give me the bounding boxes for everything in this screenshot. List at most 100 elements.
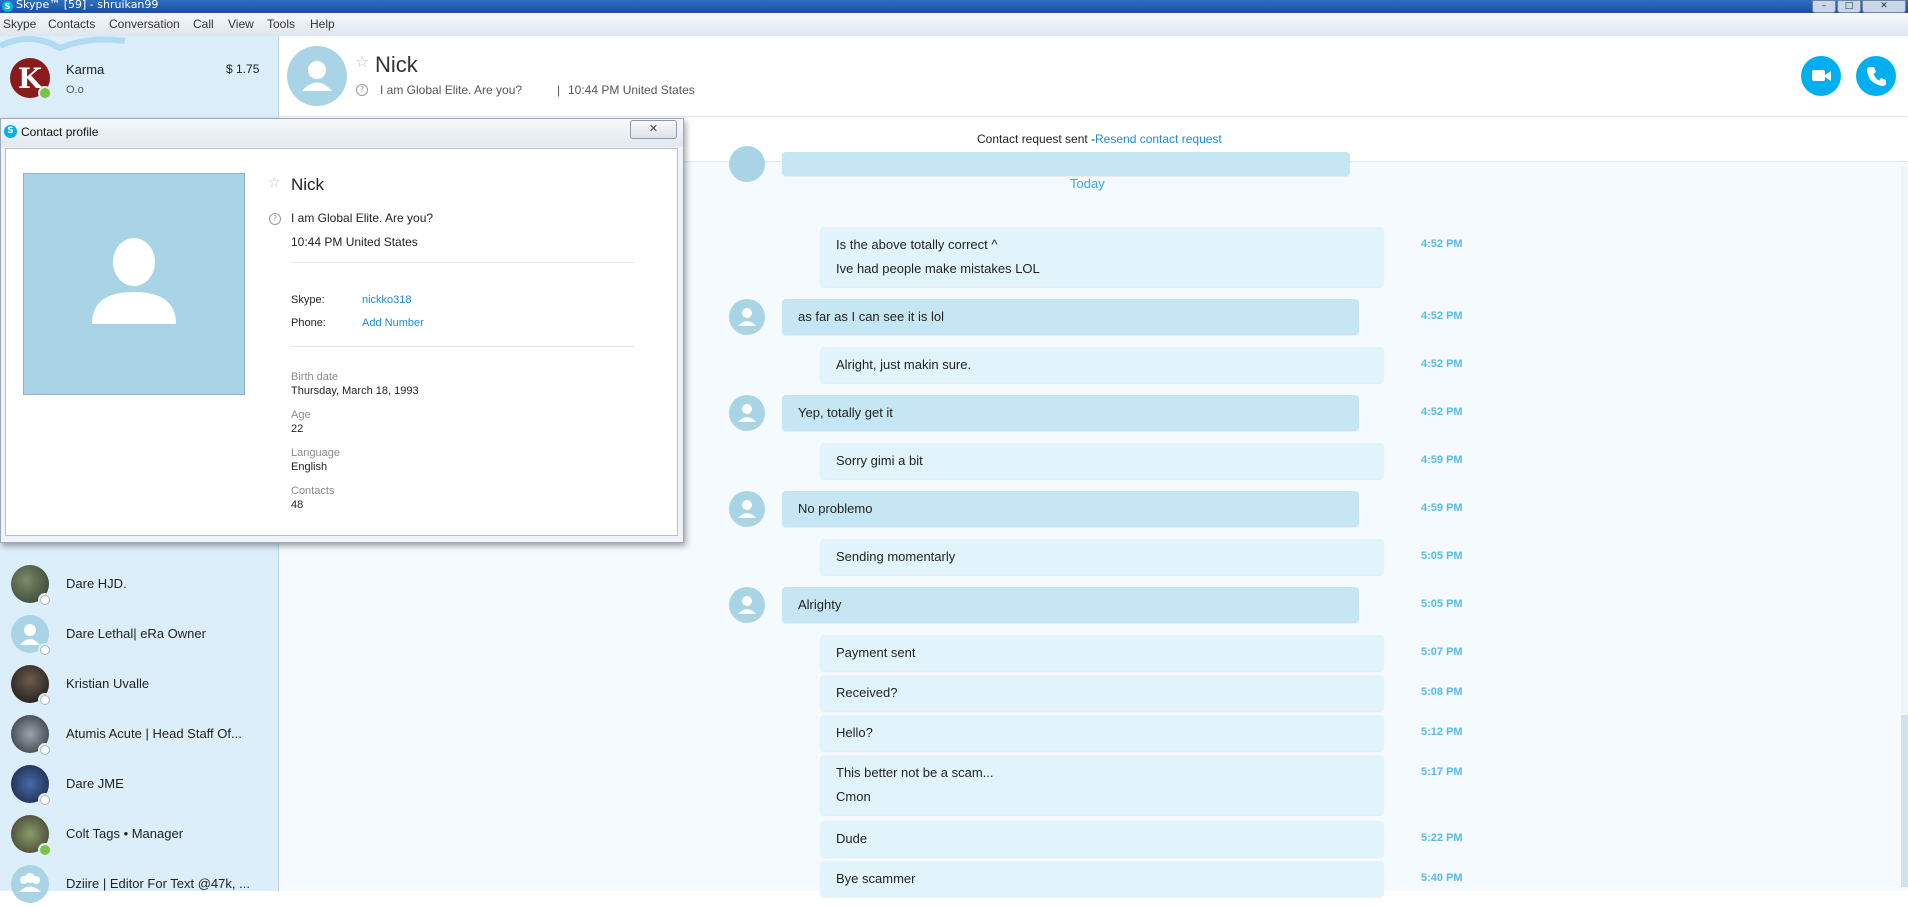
contact-name: Dare Lethal| eRa Owner — [66, 626, 206, 641]
contact-item[interactable]: Dare Lethal| eRa Owner — [0, 613, 278, 657]
menu-call[interactable]: Call — [193, 17, 214, 31]
sent-message-bubble[interactable]: Hello? — [820, 715, 1384, 751]
contact-item[interactable]: Dare HJD. — [0, 563, 278, 607]
divider — [291, 262, 635, 263]
message-timestamp: 5:05 PM — [1421, 550, 1463, 562]
menu-help[interactable]: Help — [310, 17, 335, 31]
title-bar: S Skype™ [59] - shruikan99 – □ ✕ — [0, 0, 1908, 13]
contact-item[interactable]: Kristian Uvalle — [0, 663, 278, 707]
message-text: Alright, just makin sure. — [836, 357, 972, 372]
sent-message-bubble[interactable]: Bye scammer — [820, 861, 1384, 897]
resend-contact-request-link[interactable]: Resend contact request — [1095, 132, 1222, 146]
credit-balance[interactable]: $ 1.75 — [226, 62, 259, 76]
menu-tools[interactable]: Tools — [267, 17, 295, 31]
age-label: Age — [291, 409, 311, 421]
age-value: 22 — [291, 423, 304, 435]
message-text: Alrighty — [798, 597, 842, 612]
dialog-close-button[interactable]: ✕ — [630, 120, 677, 139]
language-value: English — [291, 461, 328, 473]
profile-name[interactable]: Karma — [66, 62, 104, 77]
skype-name-link[interactable]: nickko318 — [362, 294, 412, 306]
contact-item[interactable]: Dziire | Editor For Text @47k, ... — [0, 863, 278, 907]
message-timestamp: 4:59 PM — [1421, 454, 1463, 466]
message-text: Dude — [836, 831, 868, 846]
request-status-text: Contact request sent - — [977, 132, 1096, 146]
unknown-status-icon — [38, 743, 52, 757]
menu-contacts[interactable]: Contacts — [48, 17, 95, 31]
scrollbar-thumb[interactable] — [1901, 715, 1908, 887]
message-text: No problemo — [798, 501, 873, 516]
skype-logo-icon: S — [4, 125, 17, 138]
online-status-icon — [38, 843, 52, 857]
contact-avatar-large[interactable] — [287, 46, 347, 106]
received-message-bubble[interactable]: Alrighty — [782, 587, 1359, 623]
contact-local-info: 10:44 PM United States — [568, 83, 695, 97]
message-text: Cmon — [836, 789, 871, 804]
menu-conversation[interactable]: Conversation — [109, 17, 180, 31]
message-text: Received? — [836, 685, 898, 700]
contact-name: Kristian Uvalle — [66, 676, 150, 691]
chat-scrollbar[interactable] — [1901, 167, 1908, 887]
profile-mood[interactable]: O.o — [66, 84, 84, 96]
contact-item[interactable]: Atumis Acute | Head Staff Of... — [0, 713, 278, 757]
sent-message-bubble[interactable]: Dude — [820, 821, 1384, 857]
sent-message-bubble[interactable]: This better not be a scam... Cmon — [820, 755, 1384, 815]
message-timestamp: 5:40 PM — [1421, 872, 1463, 884]
divider — [291, 346, 635, 347]
person-placeholder-icon — [92, 238, 176, 324]
minimize-button[interactable]: – — [1812, 0, 1836, 13]
contact-name-heading: Nick — [375, 52, 418, 77]
message-bubble-partial — [782, 152, 1350, 176]
message-timestamp: 5:08 PM — [1421, 686, 1463, 698]
phone-icon — [1867, 67, 1886, 86]
unknown-status-icon — [38, 593, 52, 607]
message-text: Ive had people make mistakes LOL — [836, 261, 1040, 276]
close-window-button[interactable]: ✕ — [1862, 0, 1906, 13]
group-avatar-icon — [11, 865, 49, 903]
sent-message-bubble[interactable]: Payment sent — [820, 635, 1384, 671]
sent-message-bubble[interactable]: Sending momentarly — [820, 539, 1384, 575]
contact-chat-avatar — [729, 491, 765, 527]
contact-name: Dare JME — [66, 776, 124, 791]
audio-call-button[interactable] — [1856, 56, 1896, 96]
received-message-bubble[interactable]: as far as I can see it is lol — [782, 299, 1359, 335]
contact-mood: I am Global Elite. Are you? — [380, 83, 523, 97]
unknown-status-icon — [38, 793, 52, 807]
menu-skype[interactable]: Skype — [3, 17, 36, 31]
contact-item[interactable]: Colt Tags • Manager — [0, 813, 278, 857]
sent-message-bubble[interactable]: Alright, just makin sure. — [820, 347, 1384, 383]
message-timestamp: 5:22 PM — [1421, 832, 1463, 844]
video-call-button[interactable] — [1801, 56, 1841, 96]
message-text: Is the above totally correct ^ — [836, 237, 998, 252]
conversation-header: ☆ Nick ? I am Global Elite. Are you? | 1… — [279, 36, 1908, 117]
contact-chat-avatar — [729, 299, 765, 335]
received-message-bubble[interactable]: No problemo — [782, 491, 1359, 527]
add-number-link[interactable]: Add Number — [362, 317, 424, 329]
unknown-status-icon — [38, 643, 52, 657]
favorite-star-icon[interactable]: ☆ — [355, 52, 369, 71]
language-label: Language — [291, 447, 340, 459]
menu-view[interactable]: View — [228, 17, 254, 31]
sent-message-bubble[interactable]: Received? — [820, 675, 1384, 711]
dialog-title-bar: S Contact profile ✕ — [1, 119, 683, 147]
contact-chat-avatar — [729, 146, 765, 182]
message-timestamp: 4:52 PM — [1421, 406, 1463, 418]
message-text: as far as I can see it is lol — [798, 309, 944, 324]
maximize-button[interactable]: □ — [1837, 0, 1861, 13]
contact-item[interactable]: Dare JME — [0, 763, 278, 807]
contacts-label: Contacts — [291, 485, 335, 497]
received-message-bubble[interactable]: Yep, totally get it — [782, 395, 1359, 431]
contact-name: Atumis Acute | Head Staff Of... — [66, 726, 242, 741]
message-text: Payment sent — [836, 645, 916, 660]
message-timestamp: 5:17 PM — [1421, 766, 1463, 778]
header-separator: | — [557, 83, 561, 97]
sent-message-bubble[interactable]: Sorry gimi a bit — [820, 443, 1384, 479]
message-timestamp: 5:07 PM — [1421, 646, 1463, 658]
birth-date-value: Thursday, March 18, 1993 — [291, 385, 419, 397]
message-text: Hello? — [836, 725, 873, 740]
profile-panel: ☆ Nick ? I am Global Elite. Are you? 10:… — [5, 148, 678, 536]
message-text: Yep, totally get it — [798, 405, 893, 420]
message-timestamp: 4:52 PM — [1421, 358, 1463, 370]
favorite-star-icon[interactable]: ☆ — [268, 175, 281, 191]
sent-message-bubble[interactable]: Is the above totally correct ^ Ive had pe… — [820, 227, 1384, 287]
